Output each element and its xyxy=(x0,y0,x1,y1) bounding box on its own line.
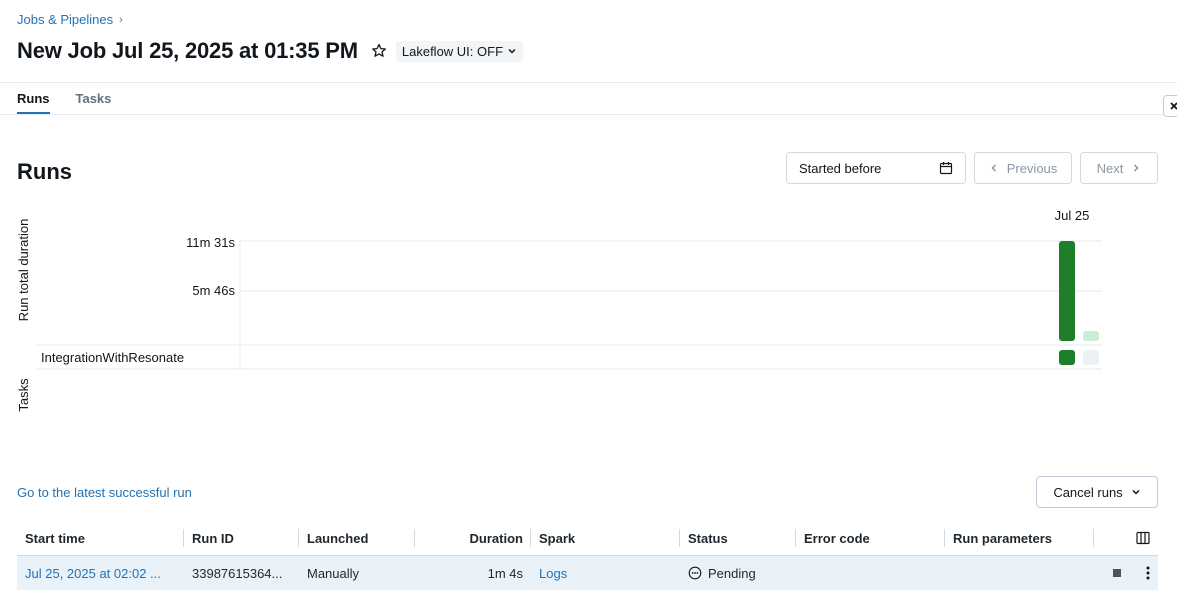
column-header-launched[interactable]: Launched xyxy=(299,521,415,555)
close-icon xyxy=(1170,102,1177,110)
title-row: New Job Jul 25, 2025 at 01:35 PM Lakeflo… xyxy=(17,36,524,66)
next-label: Next xyxy=(1096,160,1124,176)
runs-chart-svg: Run total duration Tasks 11m 31s 5m 46s … xyxy=(16,208,1102,412)
started-before-date-picker[interactable]: Started before xyxy=(786,152,966,184)
previous-label: Previous xyxy=(1006,160,1058,176)
task-cell-2[interactable] xyxy=(1083,350,1099,365)
chevron-right-icon: › xyxy=(119,13,123,26)
lakeflow-toggle[interactable]: Lakeflow UI: OFF xyxy=(395,40,524,62)
tasks-axis-label: Tasks xyxy=(16,378,31,412)
cancel-runs-button[interactable]: Cancel runs xyxy=(1036,476,1158,508)
task-row-label: IntegrationWithResonate xyxy=(41,350,184,365)
pending-status-icon xyxy=(688,566,702,580)
chevron-down-icon xyxy=(508,48,516,54)
latest-successful-run-link[interactable]: Go to the latest successful run xyxy=(17,485,192,500)
table-header: Start time Run ID Launched Duration Spar… xyxy=(17,521,1158,556)
y-tick-label-top: 11m 31s xyxy=(186,235,235,250)
column-header-duration[interactable]: Duration xyxy=(415,521,531,555)
next-page-button[interactable]: Next xyxy=(1080,152,1158,184)
previous-page-button[interactable]: Previous xyxy=(974,152,1072,184)
run-bar-2[interactable] xyxy=(1083,331,1099,341)
status-cell: Pending xyxy=(680,556,796,590)
table-row[interactable]: Jul 25, 2025 at 02:02 ... 33987615364...… xyxy=(17,556,1158,590)
chevron-left-icon xyxy=(991,164,996,172)
date-picker-placeholder: Started before xyxy=(799,160,882,176)
cancel-runs-label: Cancel runs xyxy=(1053,484,1123,500)
lakeflow-label: Lakeflow UI: OFF xyxy=(401,43,504,59)
start-time-link[interactable]: Jul 25, 2025 at 02:02 ... xyxy=(17,556,184,590)
column-header-status[interactable]: Status xyxy=(680,521,796,555)
kebab-menu-icon[interactable] xyxy=(1146,566,1150,580)
error-code-cell xyxy=(796,556,945,590)
columns-icon[interactable] xyxy=(1136,531,1150,545)
page-title: New Job Jul 25, 2025 at 01:35 PM xyxy=(17,38,358,63)
runs-heading: Runs xyxy=(17,159,72,184)
tab-runs[interactable]: Runs xyxy=(17,91,50,115)
column-header-spark[interactable]: Spark xyxy=(531,521,680,555)
collapse-panel-button[interactable] xyxy=(1163,95,1177,117)
y-tick-label-mid: 5m 46s xyxy=(192,283,235,298)
star-icon[interactable] xyxy=(370,42,388,60)
breadcrumb: Jobs & Pipelines › xyxy=(17,12,123,27)
spark-logs-link[interactable]: Logs xyxy=(531,556,680,590)
column-header-start-time[interactable]: Start time xyxy=(17,521,184,555)
run-id-cell: 33987615364... xyxy=(192,565,283,581)
launched-cell: Manually xyxy=(307,565,360,581)
runs-chart: Run total duration Tasks 11m 31s 5m 46s … xyxy=(0,200,1177,430)
task-cell-1[interactable] xyxy=(1059,350,1075,365)
run-parameters-cell xyxy=(945,556,1094,590)
stop-icon[interactable] xyxy=(1112,568,1122,578)
tab-tasks[interactable]: Tasks xyxy=(76,91,112,115)
column-header-run-parameters[interactable]: Run parameters xyxy=(945,521,1094,555)
y-axis-label: Run total duration xyxy=(16,219,31,322)
task-cells xyxy=(1059,350,1099,365)
column-settings-cell xyxy=(1094,521,1158,555)
run-bar-1[interactable] xyxy=(1059,241,1075,341)
breadcrumb-jobs-link[interactable]: Jobs & Pipelines xyxy=(17,12,113,27)
column-header-run-id[interactable]: Run ID xyxy=(184,521,299,555)
duration-cell: 1m 4s xyxy=(487,565,523,581)
header-divider xyxy=(0,82,1177,83)
status-text: Pending xyxy=(708,565,756,581)
runs-table: Start time Run ID Launched Duration Spar… xyxy=(17,521,1158,590)
tab-bar: Runs Tasks xyxy=(17,91,111,115)
tabs-divider xyxy=(0,114,1177,115)
column-date-label: Jul 25 xyxy=(1055,208,1090,223)
chevron-down-icon xyxy=(1132,489,1140,495)
calendar-icon xyxy=(939,162,953,175)
row-actions xyxy=(1094,556,1158,590)
chevron-right-icon xyxy=(1134,164,1139,172)
column-header-error-code[interactable]: Error code xyxy=(796,521,945,555)
